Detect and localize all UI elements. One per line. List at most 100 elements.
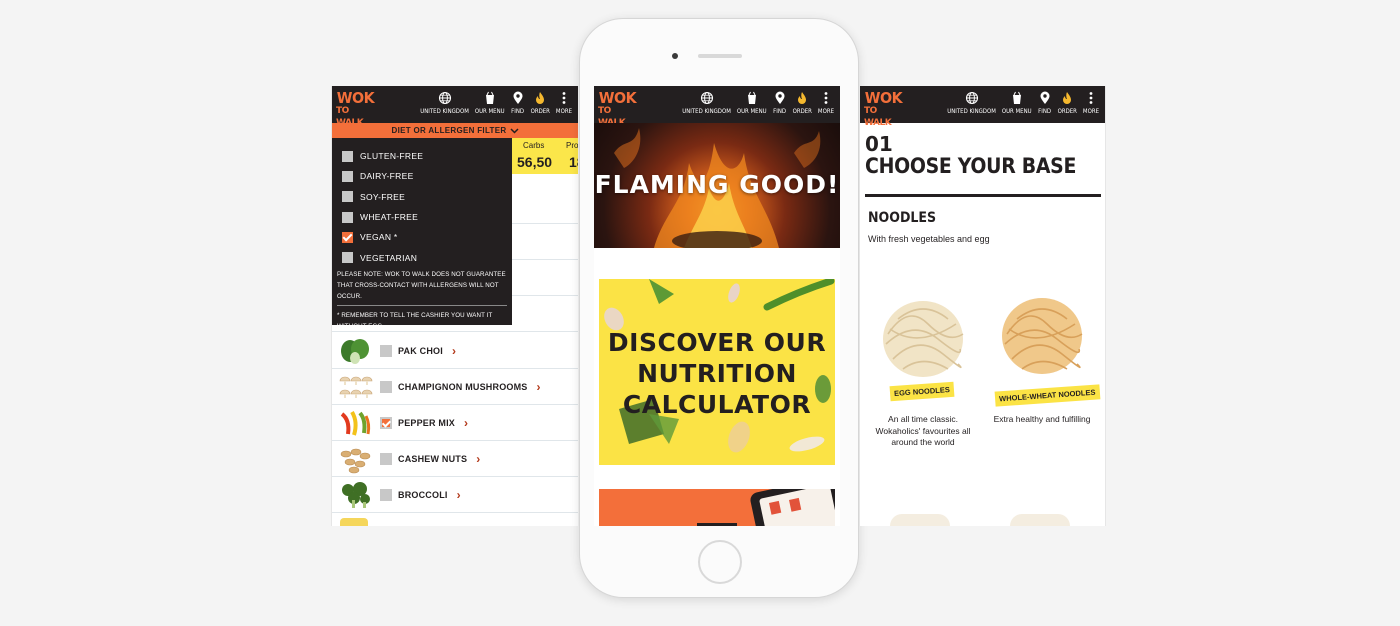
filter-option-vegetarian[interactable]: VEGETARIAN <box>337 247 507 267</box>
logo-line-2: TO WALK <box>864 106 892 128</box>
ingredient-row[interactable]: PEPPER MIX › <box>332 405 578 441</box>
chevron-down-icon <box>510 127 519 134</box>
nav-items: UNITED KINGDOM OUR MENU FIND ORDER MORE <box>947 91 1099 115</box>
nav-order[interactable]: ORDER <box>793 91 812 115</box>
option-description: Extra healthy and fulfilling <box>993 414 1091 424</box>
ingredient-row[interactable]: CHAMPIGNON MUSHROOMS › <box>332 369 578 405</box>
nav-label: ORDER <box>1057 108 1077 115</box>
nav-label: MORE <box>1082 108 1099 115</box>
mushrooms-icon <box>338 372 374 402</box>
filter-option-label: VEGAN * <box>360 232 398 243</box>
ingredient-checkbox[interactable] <box>380 344 392 357</box>
option-description: An all time classic. Wokaholics' favouri… <box>875 414 971 447</box>
nav-united-kingdom[interactable]: UNITED KINGDOM <box>420 91 469 115</box>
ingredient-checkbox[interactable] <box>380 488 392 501</box>
ingredient-checkbox[interactable] <box>380 416 392 429</box>
flame-icon <box>798 92 807 104</box>
nav-find[interactable]: FIND <box>773 91 787 115</box>
top-nav-bar: WOK TO WALK UNITED KINGDOM OUR MENU FIND… <box>860 86 1105 129</box>
filter-checkbox[interactable] <box>342 170 353 182</box>
filter-option-dairy-free[interactable]: DAIRY-FREE <box>337 166 507 186</box>
filter-option-gluten-free[interactable]: GLUTEN-FREE <box>337 146 507 166</box>
column-header-carbs: Carbs <box>523 141 545 150</box>
top-nav-bar: WOK TO WALK UNITED KINGDOM OUR MENU FIND… <box>332 86 578 129</box>
more-vertical-icon <box>1089 92 1093 104</box>
nav-more[interactable]: MORE <box>818 91 834 115</box>
phone-illustration <box>599 489 835 526</box>
ingredient-label: CHAMPIGNON MUSHROOMS <box>398 381 528 392</box>
nav-find[interactable]: FIND <box>1038 91 1052 115</box>
nutrition-calculator-banner[interactable]: DISCOVER OUR NUTRITION CALCULATOR <box>599 279 835 465</box>
filter-option-vegan[interactable]: VEGAN * <box>337 227 507 247</box>
nav-united-kingdom[interactable]: UNITED KINGDOM <box>682 91 731 115</box>
filter-option-soy-free[interactable]: SOY-FREE <box>337 187 507 207</box>
app-promo-banner[interactable] <box>599 489 835 526</box>
option-tag: EGG NOODLES <box>889 381 955 402</box>
map-pin-icon <box>775 91 785 104</box>
speaker-grille <box>698 54 742 58</box>
nav-united-kingdom[interactable]: UNITED KINGDOM <box>947 91 996 115</box>
logo-line-1: WOK <box>336 89 375 107</box>
diet-allergen-filter-toggle[interactable]: DIET OR ALLERGEN FILTER <box>332 123 578 138</box>
ingredient-row[interactable]: PAK CHOI › <box>332 333 578 369</box>
flaming-good-hero-banner[interactable]: FLAMING GOOD! <box>594 123 840 248</box>
base-option-whole-wheat-noodles[interactable]: WHOLE-WHEAT NOODLES Extra healthy and fu… <box>987 284 1100 426</box>
column-header-protein: Pro <box>566 141 578 150</box>
ingredient-row[interactable]: BROCCOLI › <box>332 477 578 513</box>
filter-checkbox[interactable] <box>342 150 353 162</box>
allergen-disclaimer: PLEASE NOTE: WOK TO WALK DOES NOT GUARAN… <box>337 270 506 300</box>
takeaway-box-icon <box>1012 91 1021 104</box>
more-vertical-icon <box>562 92 566 104</box>
filter-option-label: WHEAT-FREE <box>360 212 419 223</box>
filter-option-label: VEGETARIAN <box>360 252 418 263</box>
nav-order[interactable]: ORDER <box>1058 91 1077 115</box>
chevron-right-icon[interactable]: › <box>537 380 541 394</box>
chevron-right-icon[interactable]: › <box>457 488 461 502</box>
front-camera <box>672 53 678 59</box>
chevron-right-icon[interactable]: › <box>452 344 456 358</box>
step-number: 01 <box>865 132 893 156</box>
nav-our-menu[interactable]: OUR MENU <box>1002 91 1032 115</box>
allergen-filter-screen: WOK TO WALK UNITED KINGDOM OUR MENU FIND… <box>331 86 578 526</box>
protein-value: 18 <box>569 154 578 170</box>
nav-label: FIND <box>773 108 787 115</box>
top-nav-bar: WOK TO WALK UNITED KINGDOM OUR MENU FIND… <box>594 86 840 129</box>
ingredient-label: PAK CHOI <box>398 345 443 356</box>
carbs-value: 56,50 <box>517 154 553 170</box>
nav-items: UNITED KINGDOM OUR MENU FIND ORDER MORE <box>420 91 572 115</box>
step-title: CHOOSE YOUR BASE <box>865 154 1077 178</box>
chevron-right-icon[interactable]: › <box>476 452 480 466</box>
filter-checkbox[interactable] <box>342 191 353 203</box>
takeaway-box-icon <box>747 91 756 104</box>
ingredient-checkbox[interactable] <box>380 452 392 465</box>
ingredient-row[interactable]: CASHEW NUTS › <box>332 441 578 477</box>
globe-icon <box>965 91 978 105</box>
wok-to-walk-logo[interactable]: WOK TO WALK <box>598 91 637 129</box>
ingredient-checkbox[interactable] <box>380 380 392 393</box>
filter-option-wheat-free[interactable]: WHEAT-FREE <box>337 207 507 227</box>
wok-to-walk-logo[interactable]: WOK TO WALK <box>864 91 903 129</box>
chevron-right-icon[interactable]: › <box>464 416 468 430</box>
more-vertical-icon <box>824 92 828 104</box>
filter-checkbox[interactable] <box>342 252 353 264</box>
nav-label: MORE <box>555 108 572 115</box>
nav-label: MORE <box>817 108 834 115</box>
next-option-image-peek <box>890 514 950 526</box>
nav-find[interactable]: FIND <box>511 91 525 115</box>
whole-wheat-noodles-image: WHOLE-WHEAT NOODLES <box>987 284 1100 407</box>
base-option-egg-noodles[interactable]: EGG NOODLES An all time classic. Wokahol… <box>868 284 978 449</box>
nav-our-menu[interactable]: OUR MENU <box>475 91 505 115</box>
nav-more[interactable]: MORE <box>1083 91 1099 115</box>
nav-label: OUR MENU <box>474 108 505 115</box>
filter-checkbox[interactable] <box>342 211 353 223</box>
filter-checkbox[interactable] <box>342 231 353 243</box>
title-line: NUTRITION <box>637 359 797 388</box>
nav-more[interactable]: MORE <box>556 91 572 115</box>
nav-order[interactable]: ORDER <box>531 91 550 115</box>
section-subtitle: With fresh vegetables and egg <box>868 234 990 244</box>
home-button[interactable] <box>698 540 742 584</box>
nav-our-menu[interactable]: OUR MENU <box>737 91 767 115</box>
nav-label: FIND <box>1038 108 1052 115</box>
filter-option-label: DAIRY-FREE <box>360 171 414 182</box>
wok-to-walk-logo[interactable]: WOK TO WALK <box>336 89 375 129</box>
